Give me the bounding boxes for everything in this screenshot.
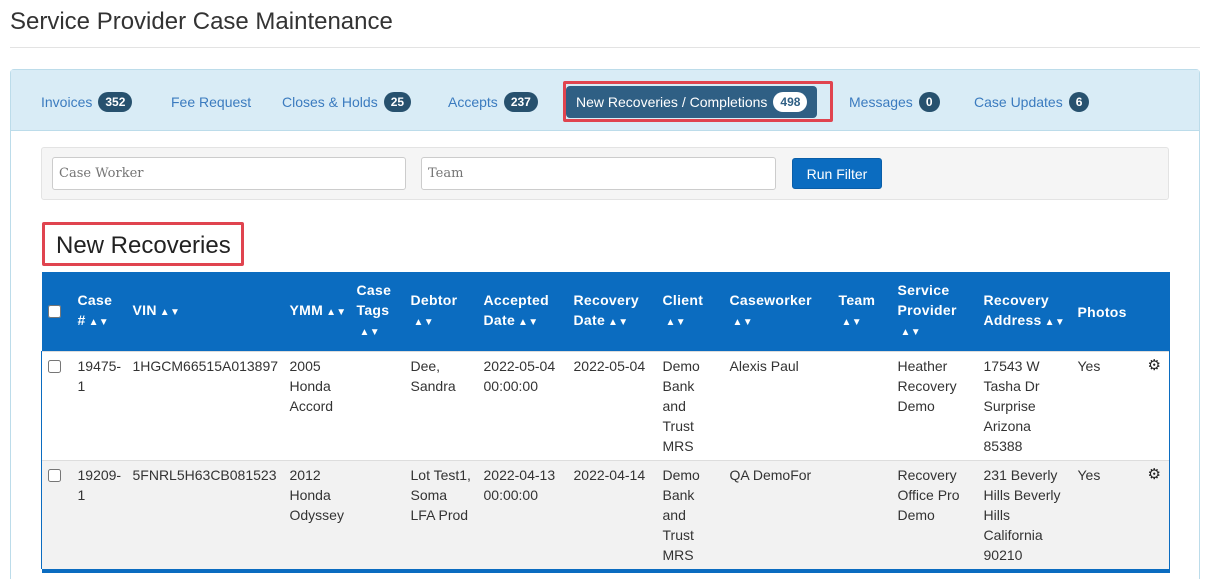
sort-icon[interactable]: ▲▼ xyxy=(1045,313,1065,333)
caseworker-filter-input[interactable] xyxy=(52,157,406,190)
cell-case: 19475-1 xyxy=(71,351,127,461)
sort-icon[interactable]: ▲▼ xyxy=(89,313,109,333)
cell-recovery-date: 2022-05-04 xyxy=(567,351,657,461)
header-team[interactable]: Team▲▼ xyxy=(832,272,892,352)
header-vin[interactable]: VIN ▲▼ xyxy=(126,272,284,352)
tab-panel: Invoices 352 Fee Request Closes & Holds … xyxy=(10,69,1200,579)
title-divider xyxy=(10,47,1200,48)
table-footer-bar xyxy=(41,569,1170,573)
header-case-tags[interactable]: Case Tags▲▼ xyxy=(350,272,405,352)
table-row[interactable]: 19475-1 1HGCM66515A013897 2005 Honda Acc… xyxy=(41,351,1170,461)
sort-icon[interactable]: ▲▼ xyxy=(326,303,346,323)
tab-label: Accepts xyxy=(448,94,498,110)
select-all-checkbox[interactable] xyxy=(47,304,61,318)
row-checkbox[interactable] xyxy=(48,469,61,482)
tab-closes-holds[interactable]: Closes & Holds 25 xyxy=(282,89,412,115)
cell-debtor: Lot Test1, Soma LFA Prod xyxy=(404,460,478,569)
cell-photos: Yes xyxy=(1071,460,1140,569)
count-badge: 25 xyxy=(383,92,412,112)
cell-caseworker: Alexis Paul xyxy=(723,351,833,461)
gear-icon[interactable]: ⚙ xyxy=(1146,465,1166,485)
cell-vin: 5FNRL5H63CB081523 xyxy=(126,460,284,569)
sort-icon[interactable]: ▲▼ xyxy=(901,323,921,343)
cell-client: Demo Bank and Trust MRS xyxy=(656,351,724,461)
row-select-cell xyxy=(41,460,72,569)
cell-vin: 1HGCM66515A013897 xyxy=(126,351,284,461)
sort-icon[interactable]: ▲▼ xyxy=(733,313,753,333)
cell-accepted-date: 2022-05-04 00:00:00 xyxy=(477,351,568,461)
cell-accepted-date: 2022-04-13 00:00:00 xyxy=(477,460,568,569)
tab-label: Case Updates xyxy=(974,94,1063,110)
table-row[interactable]: 19209-1 5FNRL5H63CB081523 2012 Honda Ody… xyxy=(41,460,1170,569)
sort-icon[interactable]: ▲▼ xyxy=(608,313,628,333)
tab-fee-request[interactable]: Fee Request xyxy=(171,89,251,115)
sort-icon[interactable]: ▲▼ xyxy=(666,313,686,333)
sort-icon[interactable]: ▲▼ xyxy=(160,303,180,323)
cell-case-tags xyxy=(350,351,405,461)
sort-icon[interactable]: ▲▼ xyxy=(842,313,862,333)
header-accepted-date[interactable]: Accepted Date ▲▼ xyxy=(477,272,568,352)
tab-messages[interactable]: Messages 0 xyxy=(849,89,940,115)
page-title: Service Provider Case Maintenance xyxy=(10,8,393,35)
row-checkbox[interactable] xyxy=(48,360,61,373)
tab-label: Closes & Holds xyxy=(282,94,378,110)
count-badge: 237 xyxy=(503,92,538,112)
cell-service-provider: Recovery Office Pro Demo xyxy=(891,460,978,569)
cell-debtor: Dee, Sandra xyxy=(404,351,478,461)
cell-photos: Yes xyxy=(1071,351,1140,461)
cell-service-provider: Heather Recovery Demo xyxy=(891,351,978,461)
tab-label: New Recoveries / Completions xyxy=(576,94,768,110)
cell-client: Demo Bank and Trust MRS xyxy=(656,460,724,569)
cell-recovery-address: 231 Beverly Hills Beverly Hills Californ… xyxy=(977,460,1072,569)
row-actions-cell: ⚙ xyxy=(1139,460,1170,569)
tab-case-updates[interactable]: Case Updates 6 xyxy=(974,89,1090,115)
recoveries-table: Case # ▲▼ VIN ▲▼ YMM ▲▼ Case Tags▲▼ Debtor▲… xyxy=(41,272,1170,573)
team-filter-input[interactable] xyxy=(421,157,776,190)
count-badge: 352 xyxy=(98,92,133,112)
count-badge: 0 xyxy=(918,92,940,112)
cell-team xyxy=(832,351,892,461)
tab-invoices[interactable]: Invoices 352 xyxy=(41,89,133,115)
filter-bar: Run Filter xyxy=(41,147,1169,200)
sort-icon[interactable]: ▲▼ xyxy=(360,323,380,343)
header-service-provider[interactable]: Service Provider▲▼ xyxy=(891,272,978,352)
sort-icon[interactable]: ▲▼ xyxy=(518,313,538,333)
header-photos: Photos xyxy=(1071,272,1140,352)
count-badge: 6 xyxy=(1068,92,1090,112)
sort-icon[interactable]: ▲▼ xyxy=(414,313,434,333)
header-actions xyxy=(1139,272,1170,352)
row-actions-cell: ⚙ xyxy=(1139,351,1170,461)
cell-ymm: 2005 Honda Accord xyxy=(283,351,351,461)
section-title: New Recoveries xyxy=(56,232,231,259)
cell-team xyxy=(832,460,892,569)
cell-case: 19209-1 xyxy=(71,460,127,569)
tab-label: Fee Request xyxy=(171,94,252,110)
table-header-row: Case # ▲▼ VIN ▲▼ YMM ▲▼ Case Tags▲▼ Debtor▲… xyxy=(41,272,1170,352)
cell-recovery-date: 2022-04-14 xyxy=(567,460,657,569)
tab-label: Messages xyxy=(849,94,913,110)
tab-bar: Invoices 352 Fee Request Closes & Holds … xyxy=(11,70,1199,131)
tab-label: Invoices xyxy=(41,94,93,110)
cell-caseworker: QA DemoFor xyxy=(723,460,833,569)
header-client[interactable]: Client▲▼ xyxy=(656,272,724,352)
tab-accepts[interactable]: Accepts 237 xyxy=(448,89,538,115)
cell-ymm: 2012 Honda Odyssey xyxy=(283,460,351,569)
header-recovery-date[interactable]: Recovery Date ▲▼ xyxy=(567,272,657,352)
header-caseworker[interactable]: Caseworker▲▼ xyxy=(723,272,833,352)
run-filter-button[interactable]: Run Filter xyxy=(792,158,882,189)
count-badge: 498 xyxy=(773,92,808,112)
row-select-cell xyxy=(41,351,72,461)
select-all-cell xyxy=(41,272,72,352)
header-case[interactable]: Case # ▲▼ xyxy=(71,272,127,352)
header-ymm[interactable]: YMM ▲▼ xyxy=(283,272,351,352)
header-debtor[interactable]: Debtor▲▼ xyxy=(404,272,478,352)
tab-new-recoveries-completions[interactable]: New Recoveries / Completions 498 xyxy=(566,86,818,118)
cell-recovery-address: 17543 W Tasha Dr Surprise Arizona 85388 xyxy=(977,351,1072,461)
cell-case-tags xyxy=(350,460,405,569)
gear-icon[interactable]: ⚙ xyxy=(1146,356,1166,376)
header-recovery-address[interactable]: Recovery Address ▲▼ xyxy=(977,272,1072,352)
